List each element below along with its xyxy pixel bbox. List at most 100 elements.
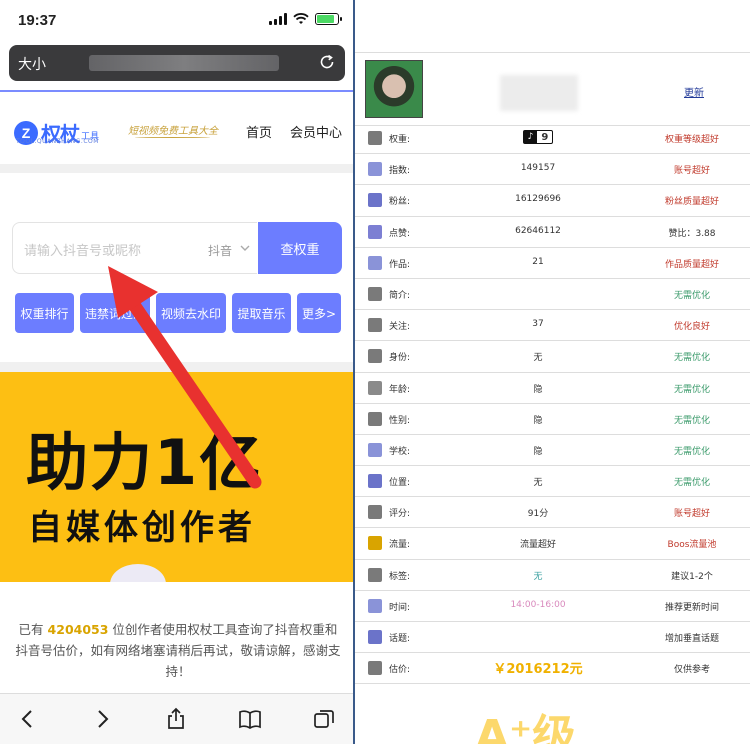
table-row: 位置: 无 无需优化 [355, 466, 750, 498]
tiktok-icon: ♪ [523, 131, 538, 143]
row-note: 无需优化 [673, 290, 710, 301]
row-icon [368, 349, 382, 364]
more-button[interactable]: 更多> [297, 293, 341, 333]
table-row: 关注: 37 优化良好 [355, 310, 750, 342]
row-value: 37 [532, 319, 544, 330]
nav-home[interactable]: 首页 [246, 122, 272, 141]
row-value: 16129696 [515, 194, 561, 205]
update-link[interactable]: 更新 [684, 84, 704, 99]
row-icon [368, 630, 382, 644]
row-value: 无 [533, 571, 543, 582]
row-note: 无需优化 [673, 478, 710, 489]
blurred-nickname [500, 75, 578, 111]
extract-music-button[interactable]: 提取音乐 [232, 293, 291, 333]
row-icon [368, 255, 382, 270]
row-icon [368, 505, 382, 520]
row-note: 无需优化 [673, 446, 710, 457]
row-icon [368, 131, 382, 145]
row-label: 年龄: [389, 384, 411, 395]
banner-headline: 助力1亿 [26, 426, 264, 499]
row-value: 无 [533, 478, 543, 489]
text-size-button[interactable]: 大小 [18, 54, 46, 74]
avatar [365, 60, 423, 118]
info-prefix: 已有 [18, 622, 44, 637]
status-time: 19:37 [18, 12, 57, 29]
site-slogan: 短视频免费工具大全 [128, 126, 218, 137]
row-note: 权重等级超好 [664, 135, 719, 145]
row-value: 隐 [533, 446, 543, 457]
table-row: 身份: 无 无需优化 [355, 341, 750, 373]
remove-watermark-button[interactable]: 视频去水印 [156, 293, 226, 333]
table-row: 点赞: 62646112 赞比：3.88 [355, 217, 750, 248]
row-icon [368, 411, 382, 426]
phone-left-screen: 19:37 大小 Z 权杖 工具 TOOL.QUANZHANG.COM 短视频免… [0, 0, 353, 744]
row-note: 赞比：3.88 [668, 228, 716, 239]
table-row: 年龄: 隐 无需优化 [355, 373, 750, 404]
battery-icon [315, 13, 342, 25]
row-value: ￥2016212元 [493, 662, 583, 678]
back-icon[interactable] [16, 707, 40, 731]
table-row: 学校: 隐 无需优化 [355, 435, 750, 467]
table-row: 评分: 91分 账号超好 [355, 497, 750, 529]
nav-member-center[interactable]: 会员中心 [290, 122, 342, 141]
search-placeholder: 请输入抖音号或昵称 [24, 244, 142, 259]
row-value: 14:00-16:00 [510, 599, 566, 610]
user-count: 4204053 [47, 622, 109, 637]
table-row: 简介: 无需优化 [355, 279, 750, 311]
cellular-signal-icon [269, 13, 287, 25]
row-icon [368, 318, 382, 333]
platform-select[interactable]: 抖音 [208, 242, 232, 259]
row-value: 62646112 [515, 225, 561, 236]
row-label: 流量: [389, 540, 411, 551]
section-divider [0, 164, 353, 173]
row-note: 粉丝质量超好 [664, 197, 719, 208]
row-label: 位置: [389, 478, 411, 489]
phone-right-screen: 更新 权重: ♪ 9 权重等级超好指数: 149157 账号超好粉丝: 16129696 粉丝… [355, 0, 750, 744]
row-value: ♪ 9 [463, 130, 613, 144]
row-icon [368, 286, 382, 301]
usage-info: 已有 4204053 位创作者使用权杖工具查询了抖音权重和抖音号估价，如有网络堵… [14, 619, 342, 682]
browser-url-bar[interactable]: 大小 [9, 45, 345, 81]
reload-icon[interactable] [318, 53, 336, 71]
row-label: 性别: [389, 415, 411, 426]
row-icon [368, 598, 382, 613]
row-note: 推荐更新时间 [664, 602, 719, 613]
table-row: 标签: 无 建议1-2个 [355, 560, 750, 591]
share-icon[interactable] [164, 707, 188, 731]
row-note: 无需优化 [673, 415, 710, 426]
tabs-icon[interactable] [312, 707, 336, 731]
row-label: 关注: [389, 322, 411, 333]
chevron-down-icon [240, 245, 250, 251]
row-note: 建议1-2个 [671, 571, 713, 582]
row-note: 增加垂直话题 [664, 634, 719, 644]
logo-domain: TOOL.QUANZHANG.COM [16, 138, 99, 145]
table-row: 时间: 14:00-16:00 推荐更新时间 [355, 591, 750, 622]
weight-ranking-button[interactable]: 权重排行 [15, 293, 74, 333]
row-label: 点赞: [389, 228, 411, 239]
table-row: 性别: 隐 无需优化 [355, 404, 750, 435]
row-icon [368, 661, 382, 676]
row-label: 估价: [389, 665, 411, 676]
forward-icon[interactable] [90, 707, 114, 731]
row-icon [368, 567, 382, 582]
row-note: Boos流量池 [667, 540, 717, 551]
banned-words-button[interactable]: 违禁词过滤 [80, 293, 150, 333]
row-label: 时间: [389, 602, 411, 613]
row-label: 粉丝: [389, 197, 411, 208]
table-row: 指数: 149157 账号超好 [355, 154, 750, 186]
row-label: 权重: [389, 135, 411, 145]
tiktok-weight-badge: ♪ 9 [522, 130, 554, 144]
row-note: 作品质量超好 [664, 259, 719, 270]
row-icon [368, 536, 382, 551]
row-icon [368, 380, 382, 395]
row-icon [368, 193, 382, 208]
section-divider [0, 362, 353, 372]
query-weight-button[interactable]: 查权重 [258, 222, 342, 274]
bookmarks-icon[interactable] [238, 707, 262, 731]
search-input[interactable]: 请输入抖音号或昵称 抖音 [12, 222, 257, 274]
slogan-underline [135, 136, 210, 138]
profile-row: 更新 [355, 52, 750, 126]
wifi-icon [293, 13, 309, 24]
promo-banner[interactable]: 助力1亿 自媒体创作者 [0, 372, 353, 582]
banner-decoration [110, 564, 166, 582]
